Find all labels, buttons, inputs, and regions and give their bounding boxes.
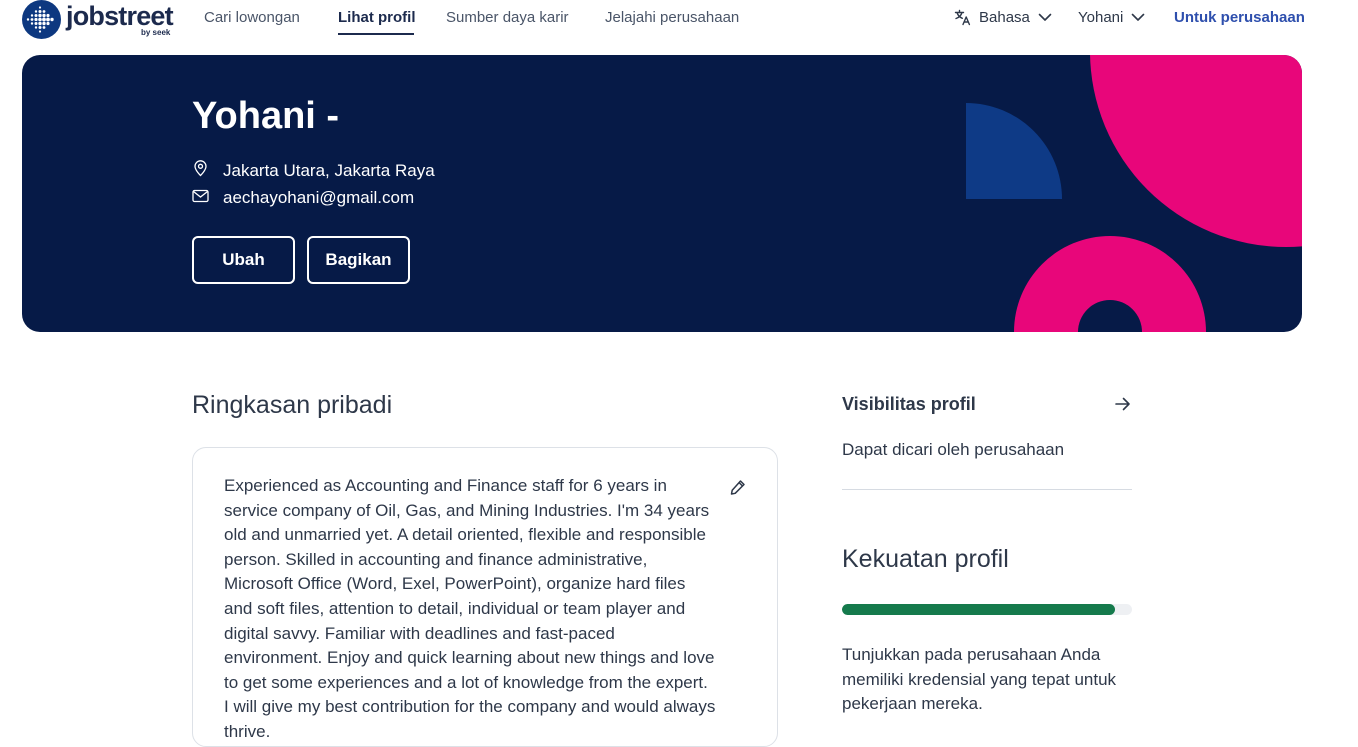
- language-label: Bahasa: [979, 9, 1030, 26]
- employer-link[interactable]: Untuk perusahaan: [1174, 9, 1305, 26]
- chevron-down-icon: [1038, 13, 1052, 22]
- translate-icon: [954, 9, 971, 26]
- visibility-title[interactable]: Visibilitas profil: [842, 394, 976, 415]
- logo-subtext: by seek: [141, 28, 171, 37]
- mail-icon: [192, 188, 209, 208]
- user-name: Yohani: [1078, 9, 1124, 26]
- strength-title: Kekuatan profil: [842, 545, 1009, 573]
- summary-text: Experienced as Accounting and Finance st…: [224, 476, 716, 741]
- summary-section-title: Ringkasan pribadi: [192, 391, 393, 419]
- nav-link-lihat-profil[interactable]: Lihat profil: [338, 9, 416, 26]
- visibility-description: Dapat dicari oleh perusahaan: [842, 440, 1065, 459]
- section-divider: [842, 489, 1132, 490]
- chevron-down-icon: [1131, 13, 1145, 22]
- language-selector[interactable]: Bahasa: [954, 9, 1052, 26]
- profile-location: Jakarta Utara, Jakarta Raya: [192, 159, 435, 182]
- jobstreet-logo[interactable]: jobstreet by seek: [22, 0, 182, 40]
- profile-strength-bar: [842, 604, 1132, 615]
- top-navigation: jobstreet by seek Cari lowongan Lihat pr…: [0, 0, 1358, 40]
- arrow-right-icon[interactable]: [1114, 396, 1131, 417]
- email-text: aechayohani@gmail.com: [223, 188, 415, 207]
- nav-link-sumber-daya-karir[interactable]: Sumber daya karir: [446, 9, 569, 26]
- edit-profile-button[interactable]: Ubah: [192, 236, 295, 284]
- summary-card: Experienced as Accounting and Finance st…: [192, 447, 778, 747]
- profile-strength-fill: [842, 604, 1115, 615]
- profile-email: aechayohani@gmail.com: [192, 188, 414, 208]
- logo-dots-icon: [22, 0, 61, 39]
- location-pin-icon: [192, 159, 209, 182]
- profile-hero-banner: Yohani - Jakarta Utara, Jakarta Raya aec…: [22, 55, 1302, 332]
- nav-link-jelajahi-perusahaan[interactable]: Jelajahi perusahaan: [605, 9, 739, 26]
- strength-description: Tunjukkan pada perusahaan Anda memiliki …: [842, 645, 1117, 713]
- user-menu[interactable]: Yohani: [1078, 9, 1145, 26]
- location-text: Jakarta Utara, Jakarta Raya: [223, 160, 435, 180]
- pencil-icon[interactable]: [729, 478, 747, 501]
- active-tab-indicator: [338, 33, 414, 35]
- nav-link-cari-lowongan[interactable]: Cari lowongan: [204, 9, 300, 26]
- share-profile-button[interactable]: Bagikan: [307, 236, 410, 284]
- profile-name: Yohani -: [192, 95, 340, 137]
